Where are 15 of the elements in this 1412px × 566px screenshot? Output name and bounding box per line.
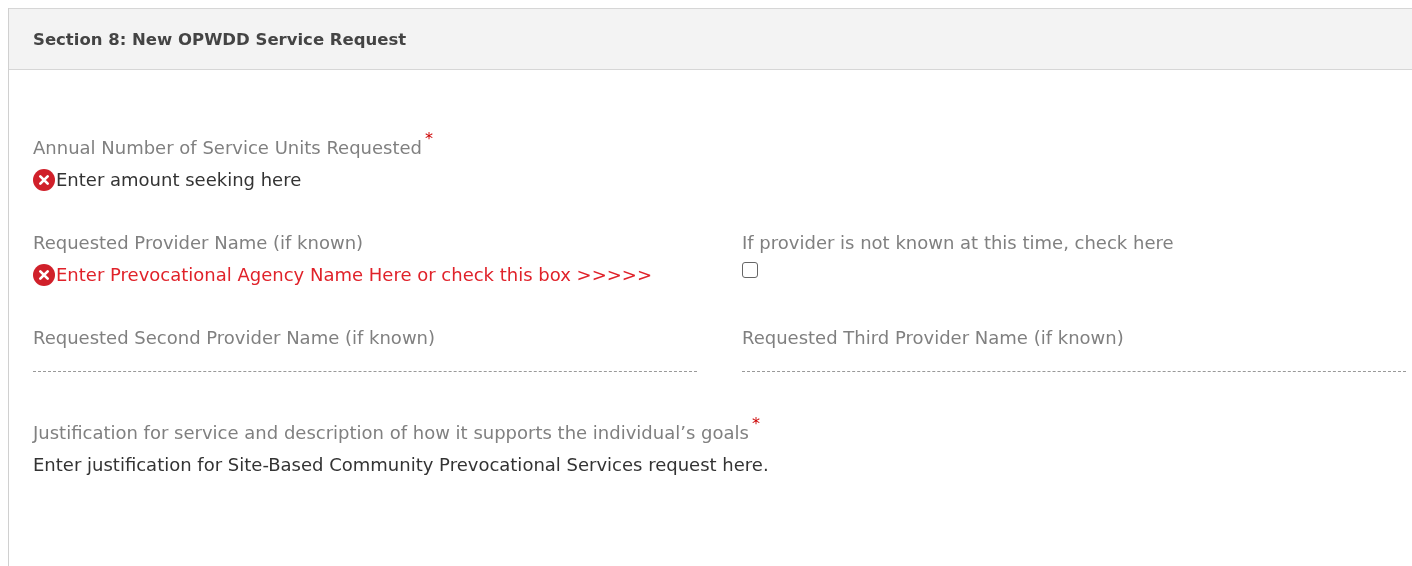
field-label: Requested Provider Name (if known) <box>33 231 364 255</box>
field-label: Requested Third Provider Name (if known) <box>742 326 1124 350</box>
field-value[interactable]: Enter justification for Site-Based Community Prevocational Services request here. <box>33 450 769 480</box>
field-value[interactable]: Enter amount seeking here <box>56 165 302 195</box>
field-label: Requested Second Provider Name (if known) <box>33 326 436 350</box>
field-label: Justification for service and description of how it supports the individual’s goals <box>33 421 749 445</box>
required-asterisk: * <box>425 131 433 147</box>
field-label: Annual Number of Service Units Requested <box>33 136 422 160</box>
required-asterisk: * <box>751 416 760 432</box>
field-label: If provider is not known at this time, check here <box>742 231 1174 255</box>
error-icon <box>33 264 55 286</box>
field-value[interactable]: Enter Prevocational Agency Name Here or check this box >>>>> <box>56 260 652 290</box>
checkbox[interactable] <box>742 262 758 278</box>
error-icon <box>33 169 55 191</box>
section-title: Section 8: New OPWDD Service Request <box>33 29 407 49</box>
